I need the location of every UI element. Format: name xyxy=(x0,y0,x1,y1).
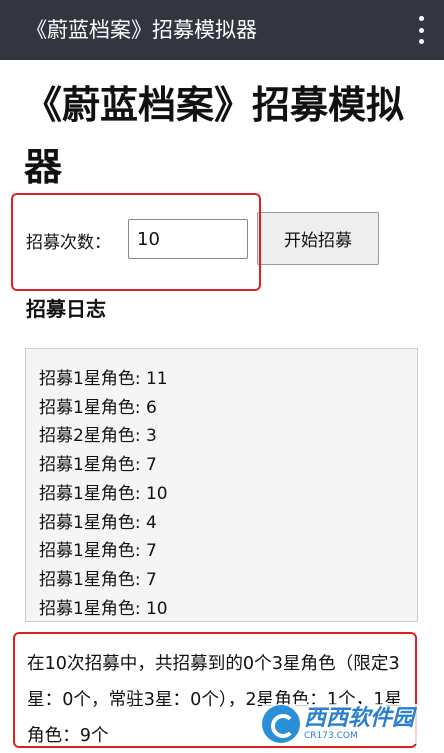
log-line: 招募1星角色: 6 xyxy=(39,397,157,418)
recruit-count-input[interactable] xyxy=(128,219,248,259)
watermark: 西西软件园 CR173.COM xyxy=(262,704,440,744)
log-line: 招募1星角色: 10 xyxy=(39,483,168,504)
watermark-logo-icon xyxy=(262,705,300,743)
log-line: 招募1星角色: 7 xyxy=(39,455,157,476)
log-line: 招募2星角色: 3 xyxy=(39,426,157,447)
log-line: 招募1星角色: 7 xyxy=(39,569,157,590)
page-title: 《蔚蓝档案》招募模拟器 xyxy=(24,83,405,189)
log-line: 招募1星角色: 4 xyxy=(39,512,157,533)
log-line: 招募1星角色: 7 xyxy=(39,541,157,562)
app-bar: 《蔚蓝档案》招募模拟器 xyxy=(0,0,444,60)
recruit-log-heading: 招募日志 xyxy=(26,297,106,321)
log-line: 招募1星角色: 10 xyxy=(39,598,168,619)
log-line: 招募1星角色: 11 xyxy=(39,369,168,389)
more-vertical-icon[interactable] xyxy=(414,16,428,44)
start-recruit-button[interactable]: 开始招募 xyxy=(257,212,379,265)
watermark-url: CR173.COM xyxy=(304,730,358,741)
app-bar-title: 《蔚蓝档案》招募模拟器 xyxy=(26,18,257,42)
recruit-count-label: 招募次数： xyxy=(26,233,111,253)
watermark-name: 西西软件园 xyxy=(304,705,415,731)
recruit-log-box[interactable]: 招募1星角色: 11 招募1星角色: 6 招募2星角色: 3 招募1星角色: 7… xyxy=(25,348,418,622)
